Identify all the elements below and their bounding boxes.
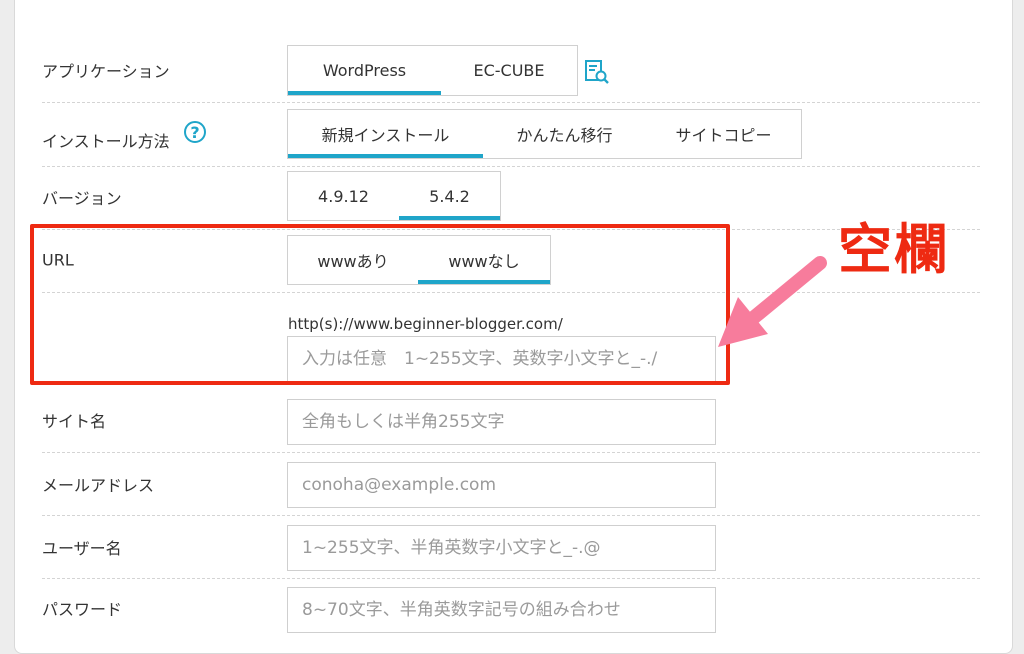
arrow-icon [718, 256, 827, 347]
